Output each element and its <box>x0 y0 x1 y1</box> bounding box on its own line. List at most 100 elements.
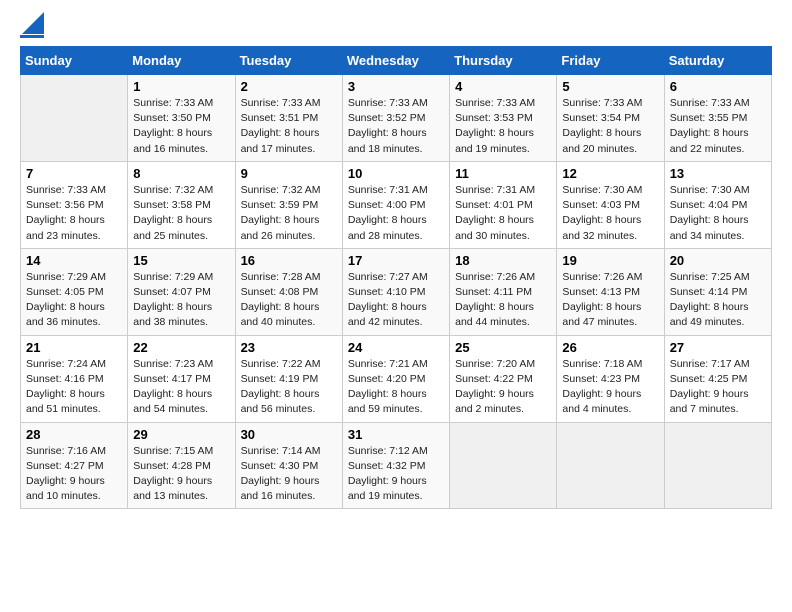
day-cell: 26 Sunrise: 7:18 AM Sunset: 4:23 PM Dayli… <box>557 335 664 422</box>
day-number: 18 <box>455 253 551 268</box>
day-number: 28 <box>26 427 122 442</box>
day-number: 27 <box>670 340 766 355</box>
day-number: 1 <box>133 79 229 94</box>
day-info: Sunrise: 7:25 AM Sunset: 4:14 PM Dayligh… <box>670 270 766 331</box>
week-row-3: 14 Sunrise: 7:29 AM Sunset: 4:05 PM Dayli… <box>21 248 772 335</box>
day-cell <box>557 422 664 509</box>
day-number: 16 <box>241 253 337 268</box>
day-number: 6 <box>670 79 766 94</box>
day-cell: 7 Sunrise: 7:33 AM Sunset: 3:56 PM Daylig… <box>21 161 128 248</box>
day-number: 31 <box>348 427 444 442</box>
day-cell: 16 Sunrise: 7:28 AM Sunset: 4:08 PM Dayli… <box>235 248 342 335</box>
day-number: 30 <box>241 427 337 442</box>
day-number: 4 <box>455 79 551 94</box>
day-number: 19 <box>562 253 658 268</box>
day-info: Sunrise: 7:28 AM Sunset: 4:08 PM Dayligh… <box>241 270 337 331</box>
day-number: 11 <box>455 166 551 181</box>
day-info: Sunrise: 7:26 AM Sunset: 4:11 PM Dayligh… <box>455 270 551 331</box>
day-number: 29 <box>133 427 229 442</box>
day-number: 26 <box>562 340 658 355</box>
week-row-1: 1 Sunrise: 7:33 AM Sunset: 3:50 PM Daylig… <box>21 75 772 162</box>
column-header-friday: Friday <box>557 47 664 75</box>
day-cell: 29 Sunrise: 7:15 AM Sunset: 4:28 PM Dayli… <box>128 422 235 509</box>
day-info: Sunrise: 7:32 AM Sunset: 3:58 PM Dayligh… <box>133 183 229 244</box>
day-cell: 19Sunrise: 7:26 AM Sunset: 4:13 PM Dayli… <box>557 248 664 335</box>
day-cell: 21 Sunrise: 7:24 AM Sunset: 4:16 PM Dayli… <box>21 335 128 422</box>
day-cell: 15 Sunrise: 7:29 AM Sunset: 4:07 PM Dayli… <box>128 248 235 335</box>
day-number: 22 <box>133 340 229 355</box>
day-cell <box>450 422 557 509</box>
day-number: 14 <box>26 253 122 268</box>
day-number: 2 <box>241 79 337 94</box>
week-row-5: 28 Sunrise: 7:16 AM Sunset: 4:27 PM Dayli… <box>21 422 772 509</box>
day-cell: 9 Sunrise: 7:32 AM Sunset: 3:59 PM Daylig… <box>235 161 342 248</box>
day-info: Sunrise: 7:32 AM Sunset: 3:59 PM Dayligh… <box>241 183 337 244</box>
header-row: SundayMondayTuesdayWednesdayThursdayFrid… <box>21 47 772 75</box>
day-info: Sunrise: 7:16 AM Sunset: 4:27 PM Dayligh… <box>26 444 122 505</box>
day-number: 13 <box>670 166 766 181</box>
day-info: Sunrise: 7:17 AM Sunset: 4:25 PM Dayligh… <box>670 357 766 418</box>
column-header-wednesday: Wednesday <box>342 47 449 75</box>
day-number: 5 <box>562 79 658 94</box>
day-cell: 1 Sunrise: 7:33 AM Sunset: 3:50 PM Daylig… <box>128 75 235 162</box>
day-cell: 30 Sunrise: 7:14 AM Sunset: 4:30 PM Dayli… <box>235 422 342 509</box>
day-cell: 10 Sunrise: 7:31 AM Sunset: 4:00 PM Dayli… <box>342 161 449 248</box>
day-cell <box>21 75 128 162</box>
day-cell: 24 Sunrise: 7:21 AM Sunset: 4:20 PM Dayli… <box>342 335 449 422</box>
day-number: 21 <box>26 340 122 355</box>
day-info: Sunrise: 7:29 AM Sunset: 4:05 PM Dayligh… <box>26 270 122 331</box>
column-header-sunday: Sunday <box>21 47 128 75</box>
day-info: Sunrise: 7:24 AM Sunset: 4:16 PM Dayligh… <box>26 357 122 418</box>
week-row-4: 21 Sunrise: 7:24 AM Sunset: 4:16 PM Dayli… <box>21 335 772 422</box>
day-cell: 2 Sunrise: 7:33 AM Sunset: 3:51 PM Daylig… <box>235 75 342 162</box>
day-cell: 5 Sunrise: 7:33 AM Sunset: 3:54 PM Daylig… <box>557 75 664 162</box>
day-number: 9 <box>241 166 337 181</box>
day-cell: 8Sunrise: 7:32 AM Sunset: 3:58 PM Daylig… <box>128 161 235 248</box>
day-info: Sunrise: 7:29 AM Sunset: 4:07 PM Dayligh… <box>133 270 229 331</box>
day-cell: 20 Sunrise: 7:25 AM Sunset: 4:14 PM Dayli… <box>664 248 771 335</box>
day-info: Sunrise: 7:33 AM Sunset: 3:50 PM Dayligh… <box>133 96 229 157</box>
day-number: 7 <box>26 166 122 181</box>
day-info: Sunrise: 7:20 AM Sunset: 4:22 PM Dayligh… <box>455 357 551 418</box>
day-info: Sunrise: 7:14 AM Sunset: 4:30 PM Dayligh… <box>241 444 337 505</box>
day-cell: 18 Sunrise: 7:26 AM Sunset: 4:11 PM Dayli… <box>450 248 557 335</box>
day-number: 3 <box>348 79 444 94</box>
day-info: Sunrise: 7:31 AM Sunset: 4:00 PM Dayligh… <box>348 183 444 244</box>
column-header-tuesday: Tuesday <box>235 47 342 75</box>
day-cell: 25 Sunrise: 7:20 AM Sunset: 4:22 PM Dayli… <box>450 335 557 422</box>
column-header-monday: Monday <box>128 47 235 75</box>
day-info: Sunrise: 7:30 AM Sunset: 4:03 PM Dayligh… <box>562 183 658 244</box>
day-info: Sunrise: 7:31 AM Sunset: 4:01 PM Dayligh… <box>455 183 551 244</box>
day-info: Sunrise: 7:30 AM Sunset: 4:04 PM Dayligh… <box>670 183 766 244</box>
week-row-2: 7 Sunrise: 7:33 AM Sunset: 3:56 PM Daylig… <box>21 161 772 248</box>
day-info: Sunrise: 7:18 AM Sunset: 4:23 PM Dayligh… <box>562 357 658 418</box>
column-header-thursday: Thursday <box>450 47 557 75</box>
day-cell: 22Sunrise: 7:23 AM Sunset: 4:17 PM Dayli… <box>128 335 235 422</box>
day-info: Sunrise: 7:33 AM Sunset: 3:51 PM Dayligh… <box>241 96 337 157</box>
day-info: Sunrise: 7:22 AM Sunset: 4:19 PM Dayligh… <box>241 357 337 418</box>
day-number: 15 <box>133 253 229 268</box>
day-info: Sunrise: 7:33 AM Sunset: 3:56 PM Dayligh… <box>26 183 122 244</box>
column-header-saturday: Saturday <box>664 47 771 75</box>
day-cell: 4Sunrise: 7:33 AM Sunset: 3:53 PM Daylig… <box>450 75 557 162</box>
day-cell: 28 Sunrise: 7:16 AM Sunset: 4:27 PM Dayli… <box>21 422 128 509</box>
page-header <box>20 16 772 38</box>
day-cell: 31Sunrise: 7:12 AM Sunset: 4:32 PM Dayli… <box>342 422 449 509</box>
day-number: 12 <box>562 166 658 181</box>
day-number: 24 <box>348 340 444 355</box>
day-number: 25 <box>455 340 551 355</box>
day-cell: 6Sunrise: 7:33 AM Sunset: 3:55 PM Daylig… <box>664 75 771 162</box>
day-number: 10 <box>348 166 444 181</box>
day-info: Sunrise: 7:27 AM Sunset: 4:10 PM Dayligh… <box>348 270 444 331</box>
day-cell: 11 Sunrise: 7:31 AM Sunset: 4:01 PM Dayli… <box>450 161 557 248</box>
day-info: Sunrise: 7:33 AM Sunset: 3:54 PM Dayligh… <box>562 96 658 157</box>
day-info: Sunrise: 7:21 AM Sunset: 4:20 PM Dayligh… <box>348 357 444 418</box>
day-cell: 23Sunrise: 7:22 AM Sunset: 4:19 PM Dayli… <box>235 335 342 422</box>
day-cell: 17 Sunrise: 7:27 AM Sunset: 4:10 PM Dayli… <box>342 248 449 335</box>
day-info: Sunrise: 7:15 AM Sunset: 4:28 PM Dayligh… <box>133 444 229 505</box>
day-cell: 27 Sunrise: 7:17 AM Sunset: 4:25 PM Dayli… <box>664 335 771 422</box>
day-cell: 12 Sunrise: 7:30 AM Sunset: 4:03 PM Dayli… <box>557 161 664 248</box>
day-number: 20 <box>670 253 766 268</box>
logo-underline <box>20 35 44 38</box>
day-number: 17 <box>348 253 444 268</box>
